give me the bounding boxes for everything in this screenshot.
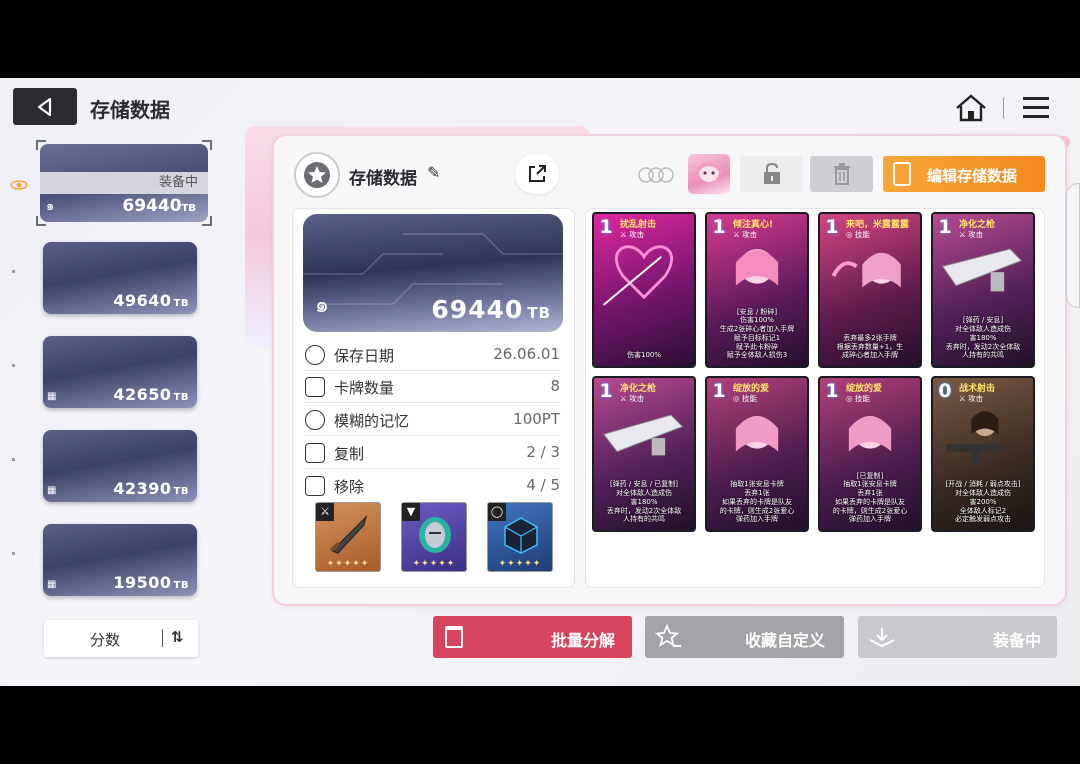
delete-button[interactable] — [810, 156, 873, 192]
panel-title: 存储数据 — [349, 169, 417, 189]
storage-slot[interactable]: ▦ 19500 TB — [43, 524, 197, 596]
page-title: 存储数据 — [90, 98, 170, 122]
share-button[interactable] — [515, 154, 559, 194]
home-button[interactable] — [954, 92, 988, 124]
info-row-save-date: 保存日期 26.06.01 — [305, 339, 560, 371]
storage-slot-selected[interactable]: 装备中 ๑ 69440TB — [36, 140, 212, 226]
trash-icon — [445, 626, 463, 648]
header-divider — [1003, 98, 1004, 118]
card-icon — [305, 377, 325, 397]
equipped-button[interactable]: 装备中 — [858, 616, 1057, 658]
spiral-icon: ๑ — [46, 199, 55, 214]
sort-label: 分数 — [90, 631, 121, 649]
character-avatar[interactable] — [688, 154, 730, 194]
storage-emblem — [294, 152, 340, 198]
card-item[interactable]: 1 扰乱射击 ⚔ 攻击 伤害100% — [592, 212, 696, 368]
edit-card-icon — [893, 162, 911, 186]
selected-indicator-icon — [10, 176, 28, 190]
equipped-badge: 装备中 — [40, 172, 208, 194]
storage-slot[interactable]: ▦ 42390 TB — [43, 430, 197, 502]
cover-value: 69440 TB — [431, 295, 551, 324]
game-screen: 存储数据 装备中 ๑ 69440TB 49640 TB ▦ 42650 TB ▦ 4… — [0, 78, 1080, 686]
batch-dismantle-button[interactable]: 批量分解 — [433, 616, 632, 658]
storage-cover: ๑ 69440 TB — [303, 214, 563, 332]
star-emblem-icon — [304, 162, 330, 188]
chip-icon: ▦ — [47, 579, 57, 590]
favorite-custom-button[interactable]: 收藏自定义 — [645, 616, 844, 658]
back-arrow-icon — [37, 97, 52, 116]
clock-icon — [305, 345, 325, 365]
side-drawer-tab[interactable] — [1066, 183, 1080, 308]
card-item[interactable]: 1 来吧，米露露露 ◎ 技能 丢弃最多2张手牌 根据丢弃数量+1，生 成碎心者加… — [818, 212, 922, 368]
info-row-card-count: 卡牌数量 8 — [305, 371, 560, 403]
pencil-icon[interactable]: ✎ — [427, 163, 440, 182]
lock-button[interactable] — [740, 156, 803, 192]
sort-divider — [162, 629, 163, 647]
left-deco-dots — [12, 228, 15, 568]
copy-icon — [305, 443, 325, 463]
equipment-weapon[interactable]: ⚔ ✦✦✦✦✦ — [315, 502, 381, 572]
home-icon — [956, 94, 986, 122]
info-row-memory: 模糊的记忆 100PT — [305, 404, 560, 436]
storage-slot[interactable]: 49640 TB — [43, 242, 197, 314]
slot-value: 49640 TB — [113, 291, 189, 310]
back-button[interactable] — [13, 88, 77, 125]
equip-tray-icon — [869, 628, 895, 648]
equipment-armor[interactable]: ▼ ✦✦✦✦✦ — [401, 502, 467, 572]
card-item[interactable]: 1 倾注真心! ⚔ 攻击 [安息 / 粉碎] 伤害100% 生成2张碎心者加入手… — [705, 212, 809, 368]
card-item[interactable]: 1 净化之枪 ⚔ 攻击 [弹药 / 安息 / 已复制] 对全体敌人造成伤 害18… — [592, 376, 696, 532]
equipment-accessory[interactable]: ◯ ✦✦✦✦✦ — [487, 502, 553, 572]
star-edit-icon — [655, 624, 681, 647]
chip-icon: ▦ — [47, 391, 57, 402]
menu-button[interactable] — [1020, 92, 1052, 124]
chip-icon: ▦ — [47, 485, 57, 496]
brain-icon — [305, 410, 325, 430]
sort-order-icon[interactable]: ⇅ — [171, 628, 184, 646]
rings-icon — [636, 166, 676, 184]
sort-dropdown[interactable]: 分数 ⇅ — [44, 620, 198, 657]
unlock-icon — [763, 162, 780, 184]
slot-value: 69440TB — [122, 196, 196, 216]
slot-value: 42650 TB — [113, 385, 189, 404]
info-row-copy: 复制 2 / 3 — [305, 437, 560, 469]
edit-storage-data-button[interactable]: 编辑存储数据 — [883, 156, 1045, 192]
hamburger-menu-icon — [1023, 97, 1049, 118]
card-item[interactable]: 1 绽放的爱 ◎ 技能 抽取1张安息卡牌 丢弃1张 如果丢弃的卡牌是队友 的卡牌… — [705, 376, 809, 532]
remove-icon — [305, 476, 325, 496]
slot-value: 19500 TB — [113, 573, 189, 592]
trash-icon — [833, 163, 850, 185]
card-item[interactable]: 0 战术射击 ⚔ 攻击 [开战 / 消耗 / 弱点攻击] 对全体敌人造成伤 害2… — [931, 376, 1035, 532]
storage-slot[interactable]: ▦ 42650 TB — [43, 336, 197, 408]
spiral-icon: ๑ — [315, 293, 329, 318]
card-item[interactable]: 1 净化之枪 ⚔ 攻击 [弹药 / 安息] 对全体敌人造成伤 害180% 丢弃时… — [931, 212, 1035, 368]
info-row-remove: 移除 4 / 5 — [305, 470, 560, 502]
card-item[interactable]: 1 绽放的爱 ◎ 技能 [已复制] 抽取1张安息卡牌 丢弃1张 如果丢弃的卡牌是… — [818, 376, 922, 532]
share-icon — [529, 165, 546, 182]
slot-value: 42390 TB — [113, 479, 189, 498]
